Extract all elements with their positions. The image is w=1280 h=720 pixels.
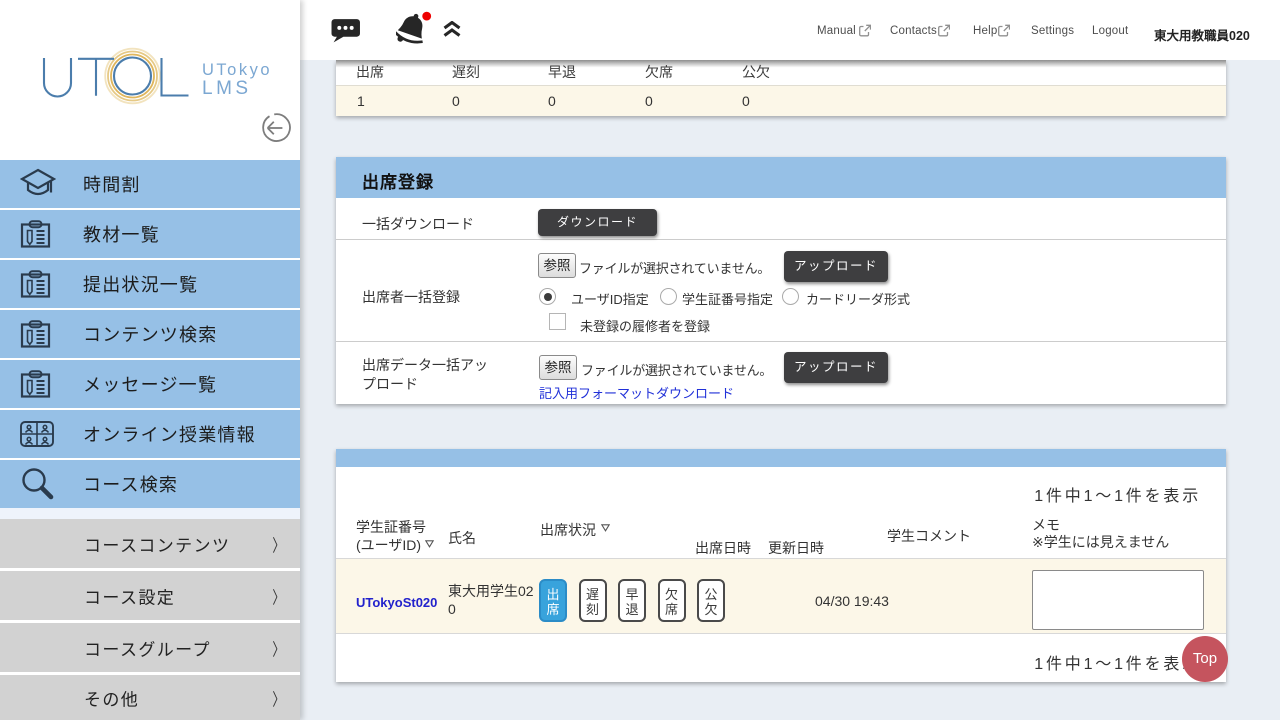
svg-text:LMS: LMS	[202, 78, 252, 99]
svg-text:UTokyo: UTokyo	[202, 61, 272, 79]
